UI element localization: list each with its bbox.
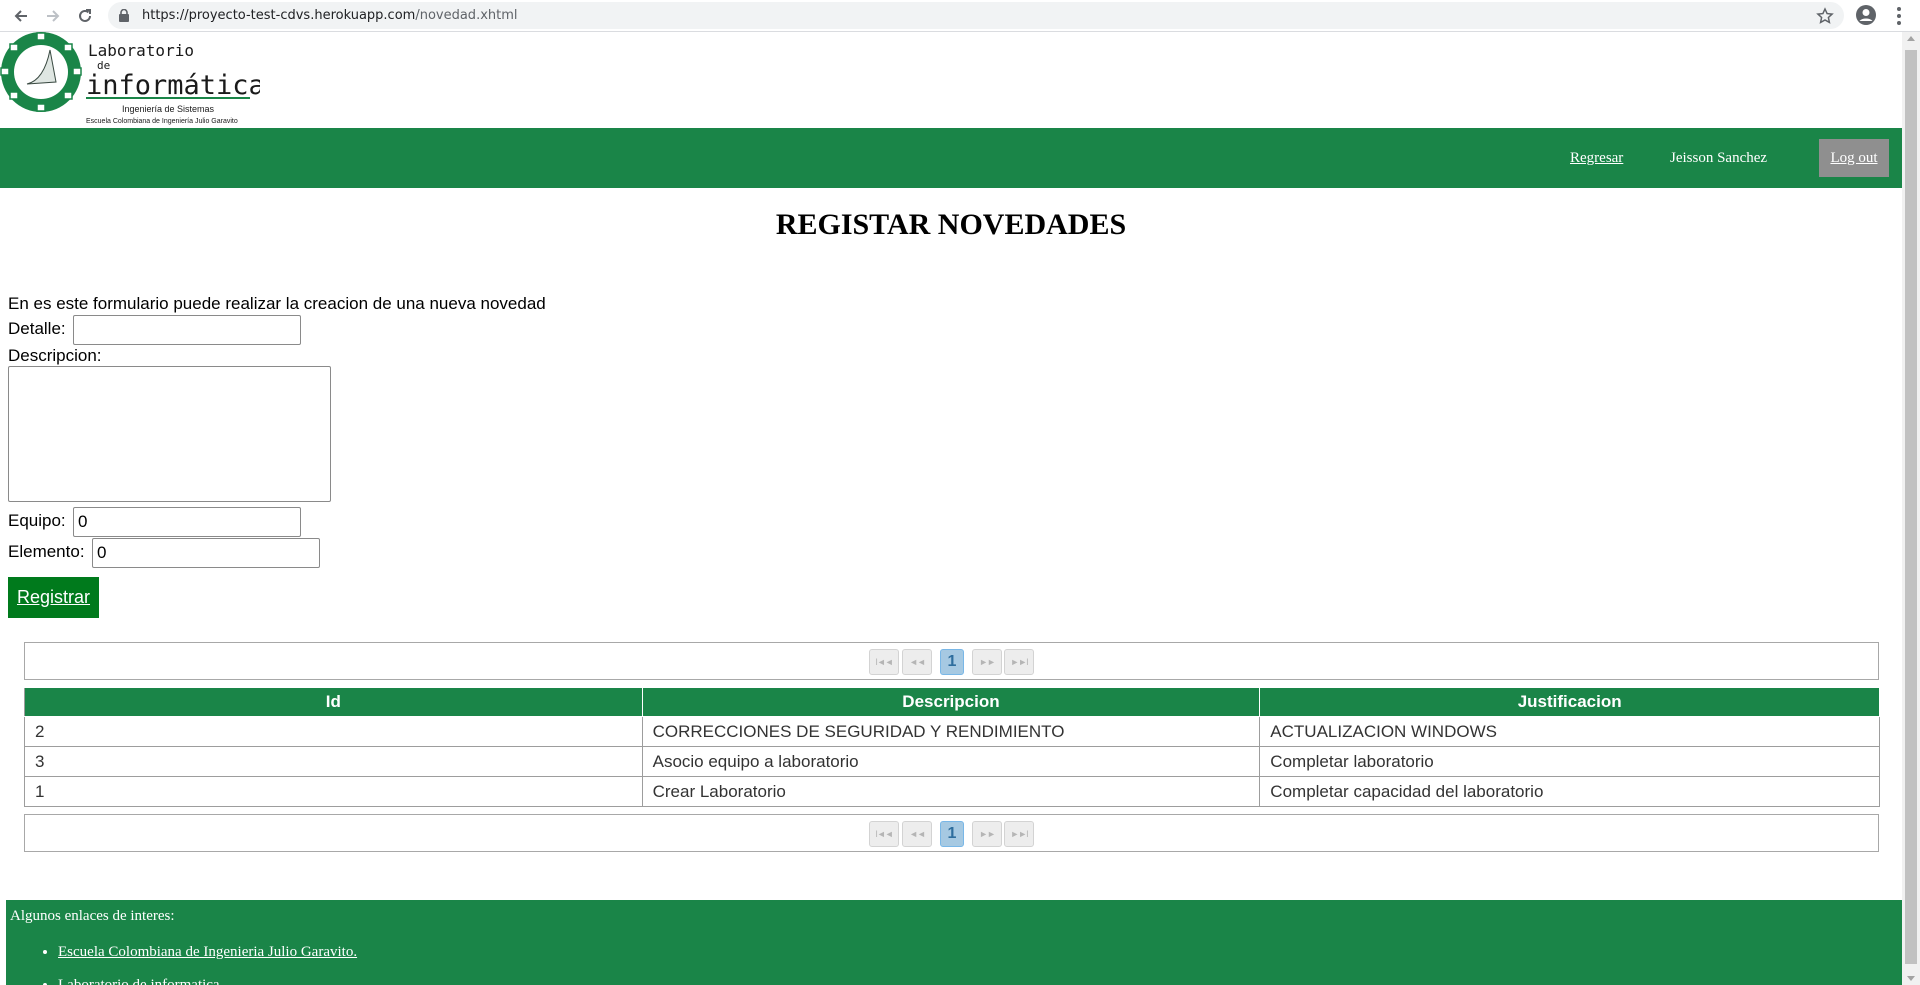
cell-justificacion: Completar capacidad del laboratorio (1259, 776, 1880, 807)
table-row[interactable]: 2 CORRECCIONES DE SEGURIDAD Y RENDIMIENT… (24, 716, 1880, 747)
detalle-input[interactable] (73, 315, 301, 345)
form-intro-text: En es este formulario puede realizar la … (8, 294, 546, 313)
footer-links: Escuela Colombiana de Ingenieria Julio G… (58, 944, 357, 985)
equipo-label: Equipo: (8, 511, 66, 530)
column-header-id[interactable]: Id (24, 687, 643, 717)
descripcion-textarea[interactable] (8, 366, 331, 502)
lab-logo-graphic: Laboratorio de informática Ingeniería de… (0, 32, 265, 125)
paginator-bottom: I◄◄ ◄◄ 1 ►► ►►I (24, 814, 1879, 852)
table-header-row: Id Descripcion Justificacion (24, 687, 1880, 717)
page-content: Laboratorio de informática Ingeniería de… (0, 32, 1902, 985)
prev-page-button[interactable]: ◄◄ (902, 649, 932, 675)
cell-justificacion: Completar laboratorio (1259, 746, 1880, 777)
table-row[interactable]: 1 Crear Laboratorio Completar capacidad … (24, 776, 1880, 807)
user-name: Jeisson Sanchez (1670, 150, 1768, 166)
lab-logo[interactable]: Laboratorio de informática Ingeniería de… (0, 32, 265, 128)
svg-text:informática: informática (86, 70, 260, 101)
logout-button[interactable]: Log out (1819, 139, 1889, 177)
lock-icon (119, 9, 129, 22)
elemento-label: Elemento: (8, 542, 85, 561)
last-page-button[interactable]: ►►I (1004, 821, 1034, 847)
cell-id: 1 (24, 776, 643, 807)
footer-link-lab[interactable]: Laboratorio de informatica (58, 977, 357, 985)
scroll-down-icon[interactable] (1907, 976, 1915, 981)
last-page-button[interactable]: ►►I (1004, 649, 1034, 675)
prev-page-button[interactable]: ◄◄ (902, 821, 932, 847)
paginator-top: I◄◄ ◄◄ 1 ►► ►►I (24, 642, 1879, 680)
forward-icon[interactable] (41, 4, 65, 28)
top-nav-bar: Regresar Jeisson Sanchez Log out (0, 128, 1902, 188)
page-title: REGISTAR NOVEDADES (775, 208, 1127, 241)
page-1-button[interactable]: 1 (940, 821, 964, 847)
cell-descripcion: Crear Laboratorio (641, 776, 1261, 807)
next-page-button[interactable]: ►► (972, 821, 1002, 847)
first-page-button[interactable]: I◄◄ (869, 821, 899, 847)
first-page-button[interactable]: I◄◄ (869, 649, 899, 675)
star-icon[interactable] (1816, 7, 1834, 25)
table-row[interactable]: 3 Asocio equipo a laboratorio Completar … (24, 746, 1880, 777)
descripcion-label: Descripcion: (8, 346, 102, 365)
cell-descripcion: CORRECCIONES DE SEGURIDAD Y RENDIMIENTO (641, 716, 1261, 747)
page-1-button[interactable]: 1 (940, 649, 964, 675)
page-scrollbar[interactable] (1902, 32, 1920, 985)
next-page-button[interactable]: ►► (972, 649, 1002, 675)
svg-text:Ingeniería de Sistemas: Ingeniería de Sistemas (122, 104, 215, 114)
column-header-justificacion[interactable]: Justificacion (1259, 687, 1880, 717)
svg-text:Escuela Colombiana de Ingenier: Escuela Colombiana de Ingeniería Julio G… (86, 118, 238, 125)
reload-icon[interactable] (73, 4, 97, 28)
address-bar[interactable]: https://proyecto-test-cdvs.herokuapp.com… (108, 2, 1844, 29)
equipo-input[interactable] (73, 507, 301, 537)
cell-id: 2 (24, 716, 643, 747)
cell-justificacion: ACTUALIZACION WINDOWS (1259, 716, 1880, 747)
cell-id: 3 (24, 746, 643, 777)
cell-descripcion: Asocio equipo a laboratorio (641, 746, 1261, 777)
kebab-menu-icon[interactable] (1889, 5, 1909, 27)
detalle-label: Detalle: (8, 319, 66, 338)
elemento-input[interactable] (92, 538, 320, 568)
scrollbar-thumb[interactable] (1905, 50, 1917, 964)
account-icon[interactable] (1855, 4, 1877, 26)
column-header-descripcion[interactable]: Descripcion (641, 687, 1261, 717)
svg-text:Laboratorio: Laboratorio (88, 41, 194, 60)
registrar-button[interactable]: Registrar (8, 577, 99, 618)
back-link[interactable]: Regresar (1570, 150, 1623, 167)
footer: Algunos enlaces de interes: Escuela Colo… (6, 900, 1902, 985)
url-text[interactable]: https://proyecto-test-cdvs.herokuapp.com… (142, 8, 518, 23)
footer-link-eci[interactable]: Escuela Colombiana de Ingenieria Julio G… (58, 944, 357, 961)
browser-toolbar: https://proyecto-test-cdvs.herokuapp.com… (0, 0, 1920, 32)
scroll-up-icon[interactable] (1907, 36, 1915, 41)
back-icon[interactable] (9, 4, 33, 28)
footer-title: Algunos enlaces de interes: (10, 908, 175, 924)
novedades-table: Id Descripcion Justificacion 2 CORRECCIO… (24, 687, 1880, 807)
